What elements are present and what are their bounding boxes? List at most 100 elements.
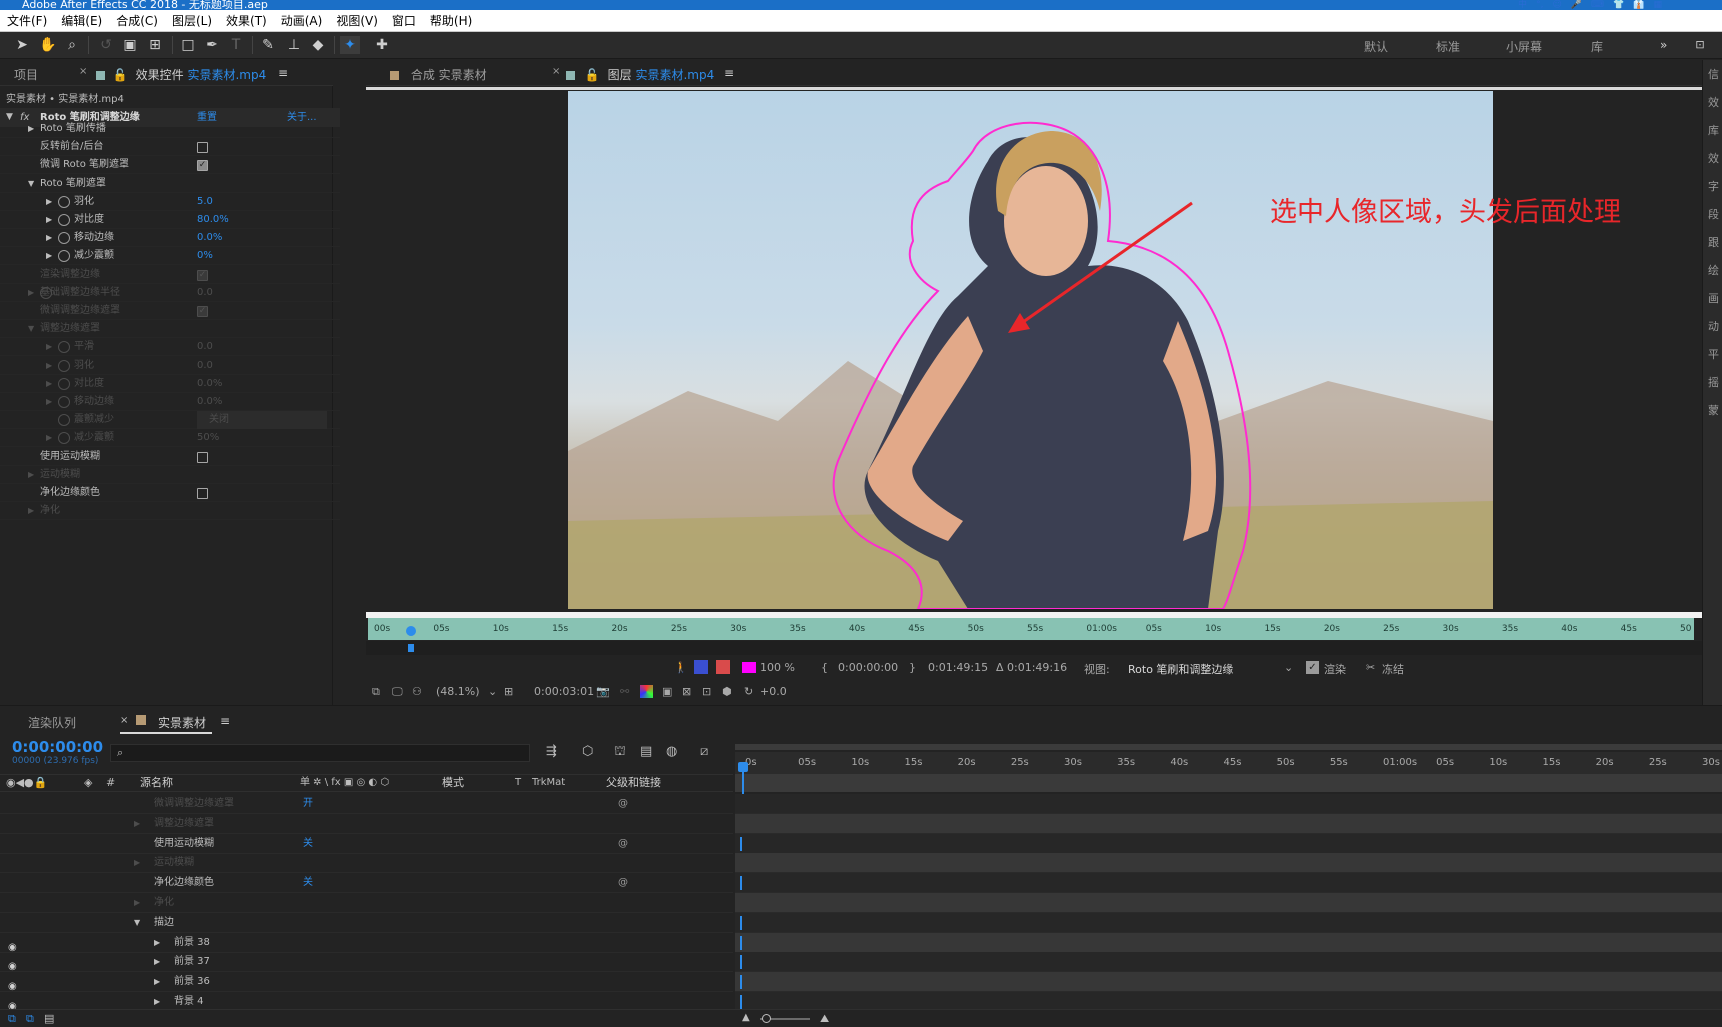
stopwatch-icon[interactable] [58, 195, 70, 208]
effect-property-value[interactable]: 0.0% [197, 375, 222, 393]
menu-item-3[interactable]: 图层(L) [172, 12, 212, 29]
timeline-track[interactable] [735, 813, 1722, 834]
keyframe-marker[interactable] [740, 876, 742, 891]
timeline-track[interactable] [735, 912, 1722, 933]
timeline-track[interactable] [735, 833, 1722, 854]
workspace-more-button[interactable]: » [1660, 38, 1667, 52]
stopwatch-icon[interactable] [58, 432, 70, 445]
right-panel-tab[interactable]: 动 [1708, 318, 1719, 334]
menu-item-6[interactable]: 视图(V) [336, 12, 378, 29]
effect-checkbox[interactable]: ✓ [197, 269, 208, 281]
ime-item-4[interactable]: ⌨ [1591, 0, 1604, 10]
show-snapshot-icon[interactable]: ⚯ [620, 685, 629, 698]
expand-icon[interactable]: ▶ [46, 357, 52, 375]
timeline-property-row[interactable]: 净化边缘颜色 关 @ [0, 873, 733, 894]
timeline-property-row[interactable]: ◉ ▶ 前景 38 [0, 933, 733, 953]
reset-exposure-icon[interactable]: ⬢ [722, 685, 732, 698]
timeline-track[interactable] [735, 873, 1722, 894]
timeline-search-input[interactable]: ⌕ [110, 744, 530, 762]
timeline-property-row[interactable]: ◉ ▶ 前景 36 [0, 972, 733, 993]
effect-property-row[interactable]: ▶ 净化 [0, 502, 340, 521]
onion-skin-icon[interactable]: 🚶 [674, 661, 688, 674]
ime-toolbar[interactable]: 中 °, ☺ 🎤 ⌨ 👕 👔 ▦ [1518, 0, 1662, 10]
stopwatch-icon[interactable] [58, 359, 70, 372]
brush-tool-icon[interactable]: ✎ [258, 36, 278, 54]
timeline-property-row[interactable]: ▶ 净化 [0, 893, 733, 913]
panel-menu-icon[interactable]: ≡ [220, 714, 230, 728]
effect-property-row[interactable]: 震颤减少 关闭 [0, 411, 340, 430]
effect-property-row[interactable]: ▶ 移动边缘 0.0% [0, 229, 340, 248]
ime-item-5[interactable]: 👕 [1613, 0, 1624, 10]
right-panel-tab[interactable]: 字 [1708, 178, 1719, 194]
expand-icon[interactable]: ▶ [46, 229, 52, 247]
3d-view-icon[interactable]: ⊡ [702, 685, 711, 698]
current-time-indicator-icon[interactable] [406, 626, 416, 636]
effect-property-row[interactable]: 微调 Roto 笔刷遮罩 ✓ [0, 156, 340, 175]
menu-item-8[interactable]: 帮助(H) [430, 12, 472, 29]
timeline-property-row[interactable]: ◉ ▶ 前景 37 [0, 952, 733, 973]
graph-editor-icon[interactable]: ⧄ [700, 744, 708, 759]
layer-time-ruler[interactable]: 00s 05s 10s 15s 20s 25s 30s 35s 40s 45s 50s 55s 01:0… [368, 618, 1694, 640]
effect-checkbox[interactable] [197, 451, 208, 463]
timeline-property-row[interactable]: ▼ 描边 [0, 913, 733, 933]
roto-brush-tool-icon[interactable]: ✦ [340, 36, 360, 54]
right-panel-tab[interactable]: 平 [1708, 346, 1719, 362]
camera-tool-icon[interactable]: ▣ [120, 36, 140, 54]
right-panel-tab[interactable]: 效 [1708, 150, 1719, 166]
expand-icon[interactable]: ▶ [154, 972, 160, 992]
expand-icon[interactable]: ▶ [134, 853, 140, 873]
exposure-icon[interactable]: ↻ [744, 685, 753, 698]
effect-property-row[interactable]: 使用运动模糊 [0, 448, 340, 466]
expand-icon[interactable]: ▶ [28, 502, 34, 520]
workspace-library[interactable]: 库 [1591, 38, 1603, 55]
effect-checkbox[interactable]: ✓ [197, 306, 208, 317]
effect-property-value[interactable]: 0.0 [197, 338, 213, 356]
close-icon[interactable]: × [552, 66, 560, 77]
right-panel-tab[interactable]: 跟 [1708, 234, 1719, 250]
tab-composition[interactable]: 合成 实景素材 [390, 66, 487, 83]
effect-property-row[interactable]: 微调调整边缘遮罩 ✓ [0, 302, 340, 320]
puppet-pin-tool-icon[interactable]: ✚ [372, 36, 392, 54]
expand-icon[interactable]: ▶ [46, 193, 52, 211]
timeline-track[interactable] [735, 972, 1722, 993]
monitor-icon[interactable]: 🖵 [392, 685, 403, 699]
effect-property-row[interactable]: ▶ 对比度 80.0% [0, 211, 340, 229]
timeline-property-row[interactable]: ▶ 调整边缘遮罩 [0, 814, 733, 834]
collapse-icon[interactable]: ▼ [134, 913, 140, 933]
exposure-value[interactable]: +0.0 [760, 685, 787, 698]
ime-item-1[interactable]: °, [1536, 0, 1543, 10]
tab-layer[interactable]: 🔓 图层 实景素材.mp4 [566, 66, 714, 83]
region-of-interest-icon[interactable]: ▣ [662, 685, 672, 698]
stopwatch-icon[interactable] [58, 377, 70, 390]
stopwatch-icon[interactable] [58, 396, 70, 408]
motion-blur-icon[interactable]: ◍ [666, 744, 677, 759]
expand-icon[interactable]: ▶ [46, 375, 52, 393]
draft-3d-icon[interactable]: ⬡ [582, 744, 593, 759]
type-tool-icon[interactable]: T [226, 36, 246, 54]
pan-behind-tool-icon[interactable]: ⊞ [145, 36, 165, 54]
stopwatch-icon[interactable] [58, 341, 70, 354]
zoom-slider-handle[interactable] [762, 1014, 771, 1023]
eraser-tool-icon[interactable]: ◆ [308, 36, 328, 54]
set-out-point-icon[interactable]: } [909, 661, 916, 674]
effect-property-value[interactable]: 50% [197, 429, 219, 447]
effect-property-value[interactable]: 0% [197, 247, 213, 265]
overlay-color-swatch[interactable] [742, 662, 756, 673]
right-panel-tab[interactable]: 效 [1708, 94, 1719, 110]
safe-margins-icon[interactable]: ⊞ [504, 685, 513, 698]
timeline-time-ruler[interactable]: 0s 05s 10s 15s 20s 25s 30s 35s 40s 45s 50s 55s 01:00… [735, 752, 1722, 774]
effect-property-value[interactable]: 0.0 [197, 357, 213, 375]
keyframe-marker[interactable] [740, 995, 742, 1009]
rotate-tool-icon[interactable]: ↺ [96, 36, 116, 54]
collapse-icon[interactable]: ▼ [28, 175, 34, 193]
effect-property-row[interactable]: ▶ 移动边缘 0.0% [0, 393, 340, 411]
effect-property-row[interactable]: 净化边缘颜色 [0, 484, 340, 502]
timeline-property-row[interactable]: 使用运动模糊 关 @ [0, 834, 733, 854]
freeze-label[interactable]: 冻结 [1382, 661, 1404, 677]
ime-item-2[interactable]: ☺ [1552, 0, 1561, 10]
effect-property-row[interactable]: ▶ 基础调整边缘半径 0.0 [0, 284, 340, 302]
zoom-in-icon[interactable]: ⛰ [820, 1012, 829, 1026]
expand-icon[interactable]: ▶ [154, 952, 160, 972]
render-checkbox[interactable]: ✓ [1306, 661, 1319, 674]
panel-menu-icon[interactable]: ≡ [278, 66, 288, 80]
